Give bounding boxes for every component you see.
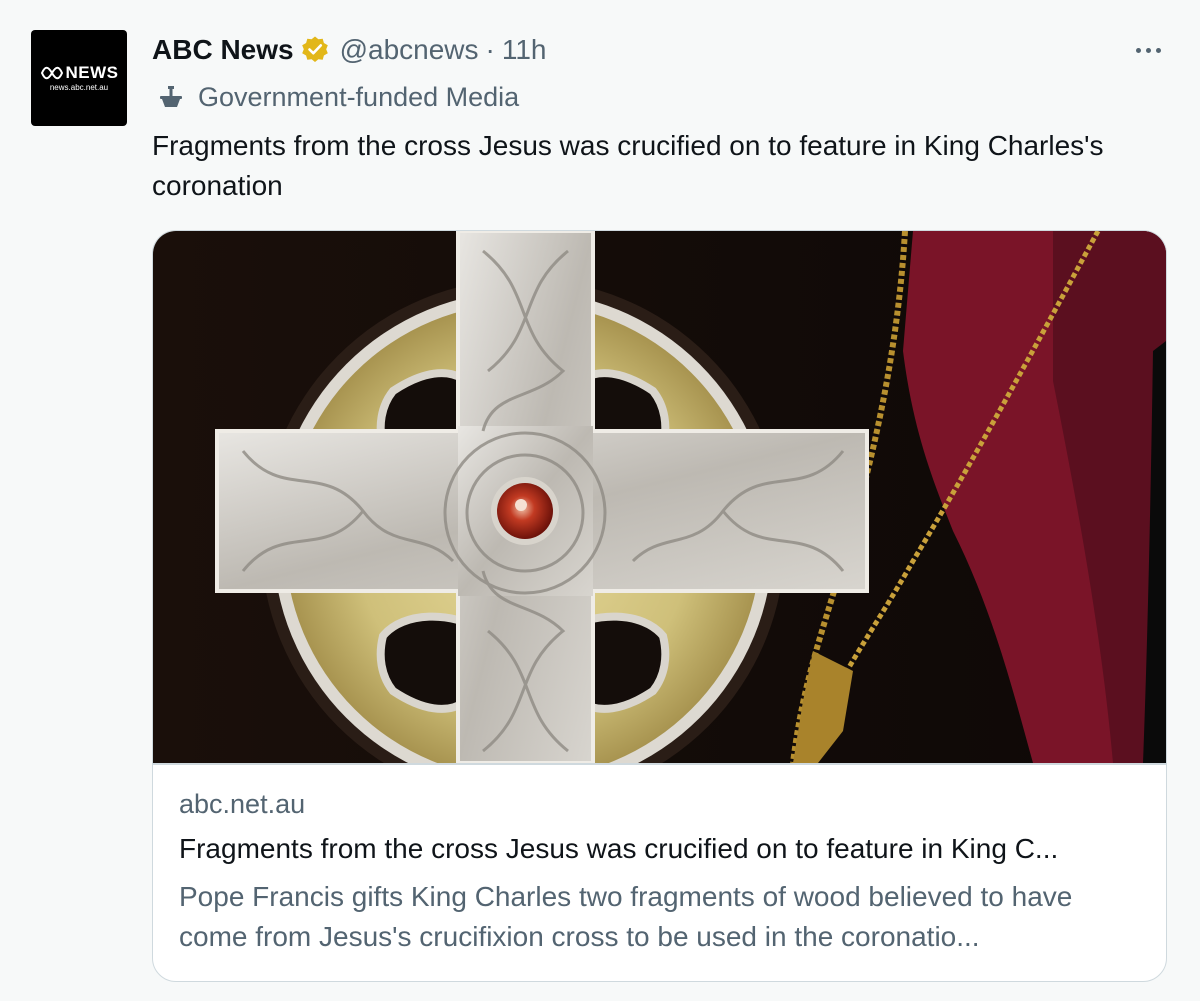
abc-logo: NEWS: [40, 64, 119, 81]
timestamp[interactable]: 11h: [502, 34, 547, 66]
handle[interactable]: @abcnews: [340, 34, 479, 66]
abc-lissajous-icon: [40, 66, 63, 79]
avatar-url-text: news.abc.net.au: [49, 83, 109, 92]
more-options-button[interactable]: [1128, 32, 1168, 68]
card-title[interactable]: Fragments from the cross Jesus was cruci…: [179, 833, 1139, 865]
display-name[interactable]: ABC News: [152, 34, 294, 66]
government-building-icon: [160, 86, 182, 107]
tweet[interactable]: NEWS news.abc.net.au ABC News @abcnews ·…: [0, 0, 1200, 1001]
separator-dot: ·: [485, 34, 495, 65]
more-dot-icon: [1155, 47, 1161, 53]
card-image[interactable]: [153, 231, 1166, 763]
tweet-header: ABC News @abcnews · 11h: [152, 28, 547, 72]
avatar[interactable]: NEWS news.abc.net.au: [31, 30, 127, 126]
card-description[interactable]: Pope Francis gifts King Charles two frag…: [179, 877, 1139, 957]
avatar-logo-text: NEWS: [65, 63, 119, 82]
card-domain[interactable]: abc.net.au: [179, 789, 305, 820]
account-label[interactable]: Government-funded Media: [158, 78, 519, 116]
card-divider: [153, 763, 1166, 765]
government-funded-label[interactable]: Government-funded Media: [198, 82, 519, 113]
link-card[interactable]: abc.net.au Fragments from the cross Jesu…: [152, 230, 1167, 982]
more-dot-icon: [1135, 47, 1141, 53]
more-dot-icon: [1145, 47, 1151, 53]
tweet-text: Fragments from the cross Jesus was cruci…: [152, 130, 1104, 201]
verified-badge-icon[interactable]: [300, 35, 330, 65]
